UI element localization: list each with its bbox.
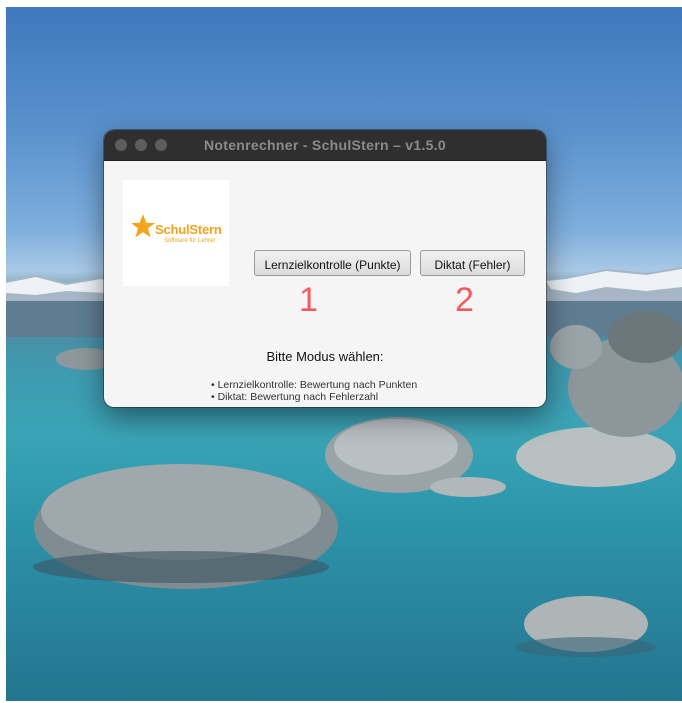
logo-tagline: Software für Lehrer <box>164 238 216 244</box>
annotation-2: 2 <box>455 281 474 319</box>
title-bar[interactable]: Notenrechner - SchulStern – v1.5.0 <box>104 130 546 161</box>
window-content: SchulStern Software für Lehrer Lernzielk… <box>104 161 546 407</box>
schulstern-logo: SchulStern Software für Lehrer <box>123 180 229 286</box>
logo-name: SchulStern <box>155 222 222 237</box>
info-line-dictation: • Diktat: Bewertung nach Fehlerzahl <box>211 391 379 403</box>
dictation-mode-button[interactable]: Diktat (Fehler) <box>420 250 525 276</box>
window-title: Notenrechner - SchulStern – v1.5.0 <box>203 137 447 153</box>
app-window: Notenrechner - SchulStern – v1.5.0 Schul… <box>104 130 546 407</box>
mode-prompt: Bitte Modus wählen: <box>266 349 384 364</box>
info-line-points: • Lernzielkontrolle: Bewertung nach Punk… <box>211 379 418 391</box>
mode-info: • Lernzielkontrolle: Bewertung nach Punk… <box>211 379 417 403</box>
annotation-1: 1 <box>299 281 318 319</box>
points-mode-button[interactable]: Lernzielkontrolle (Punkte) <box>254 250 411 276</box>
star-icon <box>131 214 155 238</box>
